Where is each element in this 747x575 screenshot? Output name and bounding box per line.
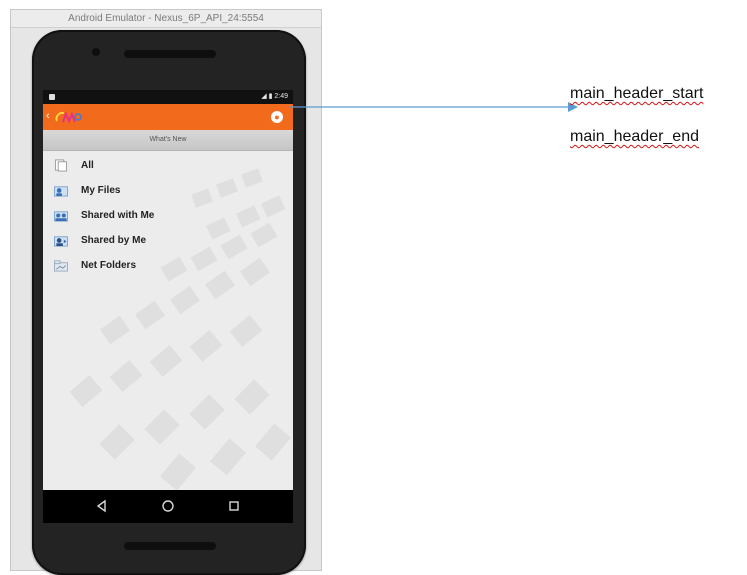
annotation-start-label: main_header_start xyxy=(570,85,704,102)
annotation-end-label: main_header_end xyxy=(570,128,699,145)
